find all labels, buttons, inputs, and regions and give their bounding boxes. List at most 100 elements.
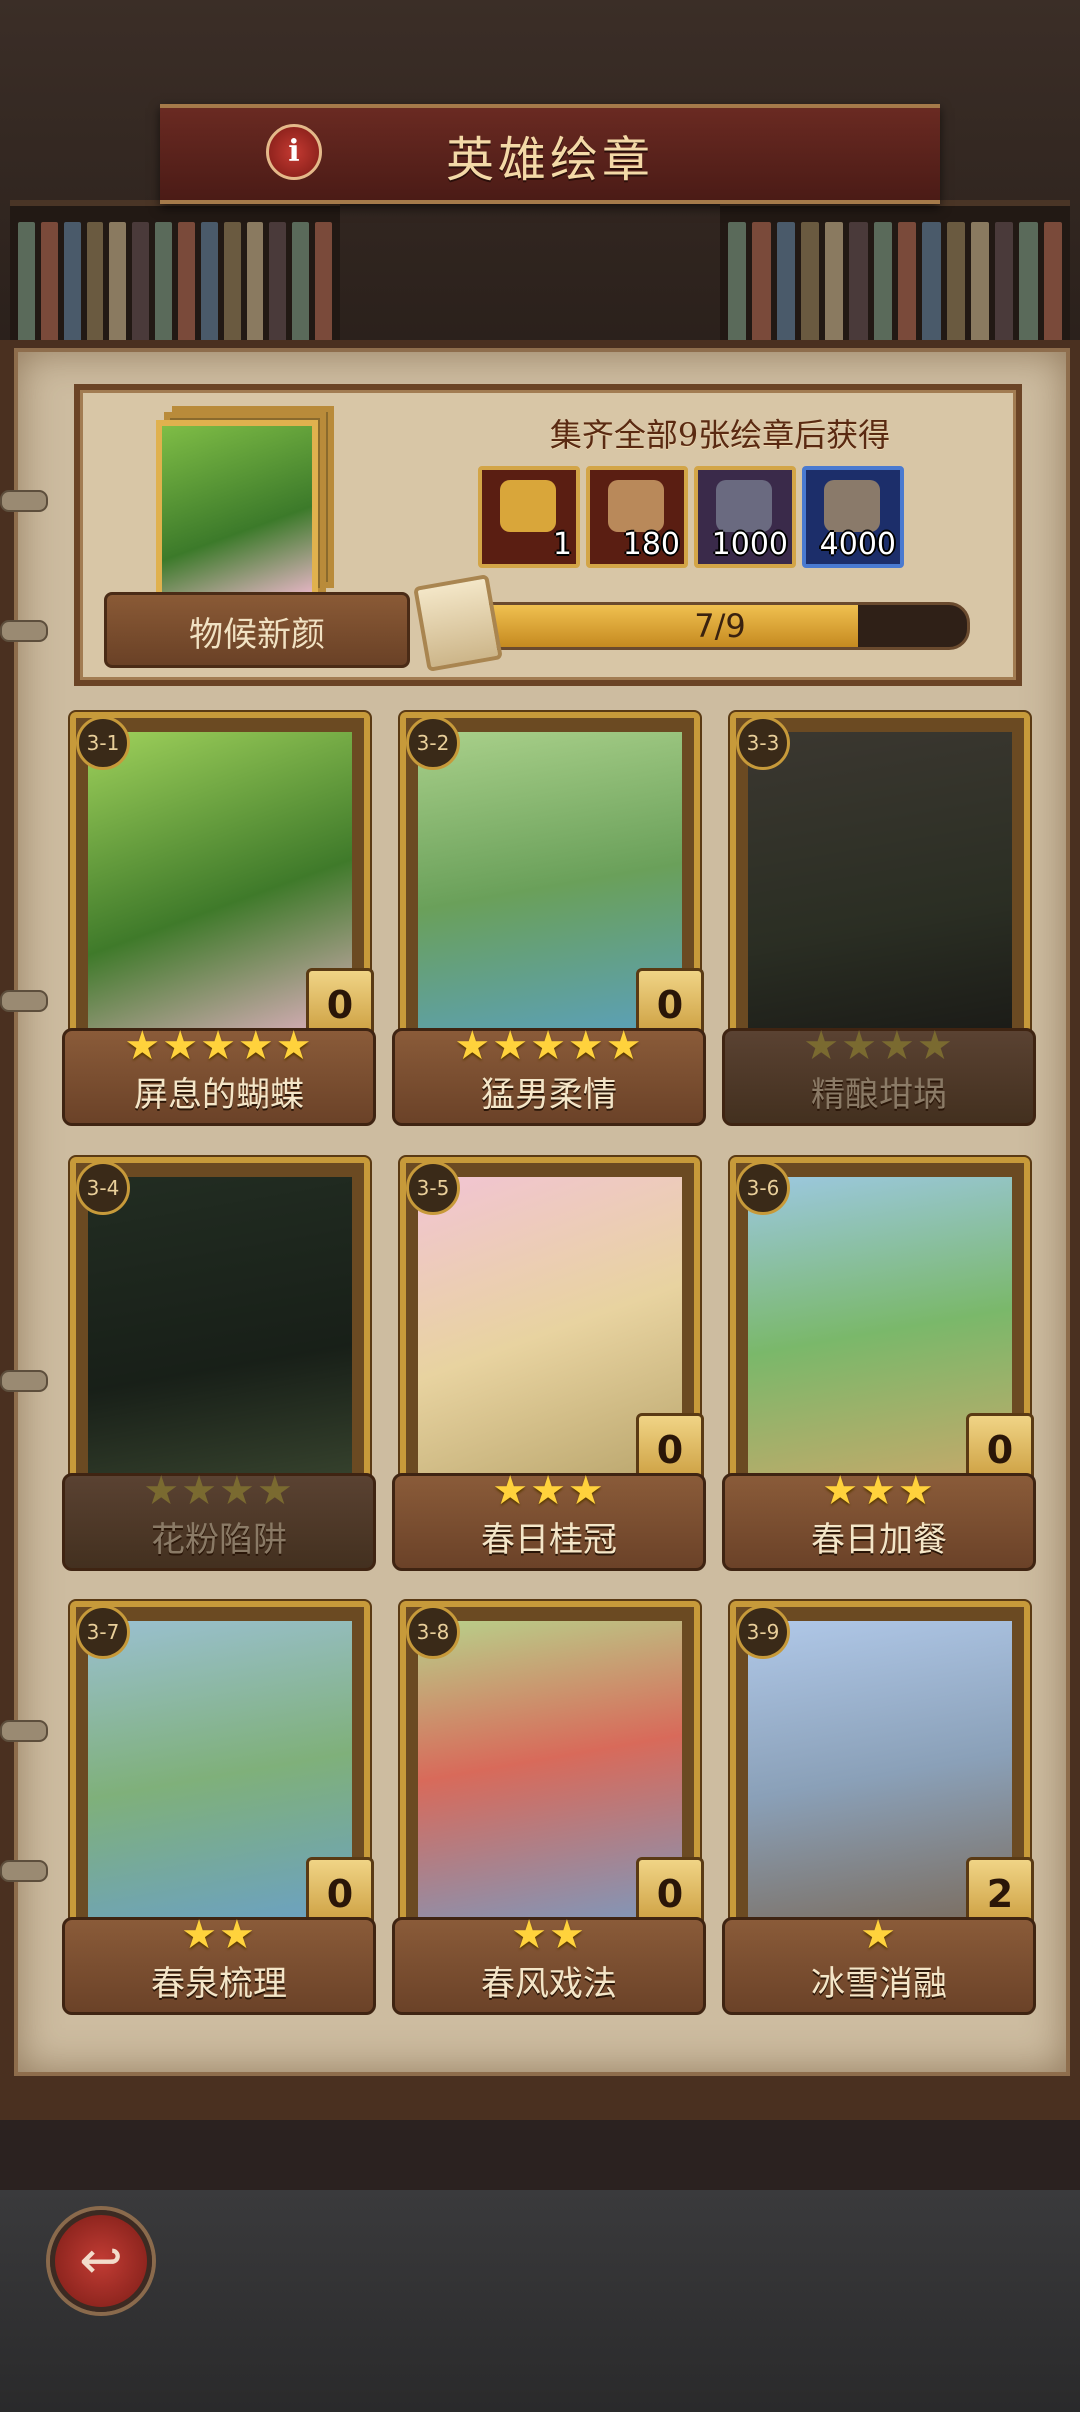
book-spine — [946, 222, 965, 348]
card-name: 春泉梳理 — [151, 1964, 287, 2004]
book-spine — [223, 222, 241, 348]
card-name-plate: ★★★★ 花粉陷阱 — [62, 1468, 376, 1571]
bottom-bar — [0, 2190, 1080, 2412]
reward-count: 4000 — [819, 527, 896, 562]
card-number: 3-1 — [76, 716, 130, 770]
card-name: 冰雪消融 — [811, 1964, 947, 2004]
book-spine — [200, 222, 218, 348]
book-spine — [1019, 222, 1038, 348]
duplicate-count: 0 — [986, 1428, 1014, 1472]
card-number: 3-5 — [406, 1161, 460, 1215]
hero-card[interactable]: 3-5 0 ★★★ 春日桂冠 — [392, 1157, 706, 1572]
book-spine — [849, 222, 868, 348]
book-spine — [18, 222, 35, 348]
hero-card[interactable]: 3-6 0 ★★★ 春日加餐 — [722, 1157, 1036, 1572]
duplicate-count: 0 — [326, 983, 354, 1027]
hero-card[interactable]: 3-8 0 ★★ 春风戏法 — [392, 1601, 706, 2016]
info-icon[interactable]: i — [266, 124, 322, 180]
collection-progress-bar: 7/9 — [470, 602, 970, 650]
card-name: 春风戏法 — [481, 1964, 617, 2004]
book-spine — [63, 222, 81, 348]
hero-card[interactable]: 3-2 0 ★★★★★ 猛男柔情 — [392, 712, 706, 1127]
book-spine — [800, 222, 820, 348]
card-art — [748, 732, 1012, 1042]
card-number: 3-7 — [76, 1605, 130, 1659]
binder-ring — [0, 1370, 48, 1392]
book-spine — [155, 222, 173, 348]
card-art — [88, 1177, 352, 1487]
scroll-icon — [608, 480, 664, 532]
back-arrow-icon[interactable]: ↩ — [50, 2210, 152, 2312]
binder-ring — [0, 990, 48, 1012]
card-name-plate: ★★ 春风戏法 — [392, 1912, 706, 2015]
book-spine — [995, 222, 1014, 348]
rock-icon — [824, 480, 880, 532]
card-name: 精酿坩埚 — [811, 1075, 947, 1115]
hero-card[interactable]: 3-4 ★★★★ 花粉陷阱 — [62, 1157, 376, 1572]
book-spine — [178, 222, 195, 348]
hero-card[interactable]: 3-7 0 ★★ 春泉梳理 — [62, 1601, 376, 2016]
bookshelf-right — [720, 200, 1070, 362]
cover-card[interactable] — [150, 402, 350, 602]
book-spine — [109, 222, 127, 348]
ore-icon — [716, 480, 772, 532]
card-name-plate: ★★★★ 精酿坩埚 — [722, 1023, 1036, 1126]
books-left — [18, 222, 333, 348]
reward-header: 集齐全部9张绘章后获得 — [549, 416, 891, 454]
reward-count: 1 — [552, 527, 572, 562]
card-name-plate: ★ 冰雪消融 — [722, 1912, 1036, 2015]
card-number: 3-9 — [736, 1605, 790, 1659]
reward-item[interactable]: 180 — [586, 466, 688, 568]
card-name-plate: ★★★★★ 猛男柔情 — [392, 1023, 706, 1126]
book-spine — [86, 222, 104, 348]
hero-card[interactable]: 3-3 ★★★★ 精酿坩埚 — [722, 712, 1036, 1127]
progress-text: 7/9 — [694, 607, 746, 645]
star-rating: ★★★★★ — [124, 1023, 314, 1069]
duplicate-count: 0 — [656, 1872, 684, 1916]
bookshelf-left — [10, 200, 340, 362]
binder-ring — [0, 620, 48, 642]
hero-card[interactable]: 3-1 0 ★★★★★ 屏息的蝴蝶 — [62, 712, 376, 1127]
cover-name: 物候新颜 — [189, 615, 325, 655]
card-name: 屏息的蝴蝶 — [134, 1075, 304, 1115]
star-rating: ★★★★ — [143, 1468, 295, 1514]
card-number: 3-4 — [76, 1161, 130, 1215]
reward-item[interactable]: 4000 — [802, 466, 904, 568]
book-spine — [728, 222, 747, 348]
book-spine — [315, 222, 333, 348]
book-spine — [40, 222, 58, 348]
duplicate-count: 0 — [656, 983, 684, 1027]
reward-item[interactable]: 1 — [478, 466, 580, 568]
reward-count: 1000 — [711, 527, 788, 562]
reward-item[interactable]: 1000 — [694, 466, 796, 568]
card-name-plate: ★★★ 春日加餐 — [722, 1468, 1036, 1571]
cover-card-art — [156, 420, 318, 602]
card-frame: 3-3 — [730, 712, 1030, 1064]
card-number: 3-8 — [406, 1605, 460, 1659]
star-rating: ★★★ — [822, 1468, 936, 1514]
card-name-plate: ★★★★★ 屏息的蝴蝶 — [62, 1023, 376, 1126]
cover-ribbon: 物候新颜 — [104, 592, 410, 668]
book-spine — [246, 222, 264, 348]
book-spine — [825, 222, 844, 348]
binder-ring — [0, 1720, 48, 1742]
book-spine — [776, 222, 795, 348]
star-rating: ★★★ — [492, 1468, 606, 1514]
card-number: 3-6 — [736, 1161, 790, 1215]
star-rating: ★★ — [511, 1912, 587, 1958]
binder-ring — [0, 490, 48, 512]
coin-bag-icon — [500, 480, 556, 532]
book-spine — [269, 222, 287, 348]
card-name: 花粉陷阱 — [151, 1520, 287, 1560]
book-spine — [922, 222, 941, 348]
duplicate-count: 0 — [326, 1872, 354, 1916]
card-name-plate: ★★ 春泉梳理 — [62, 1912, 376, 2015]
book-spine — [873, 222, 892, 348]
hero-card[interactable]: 3-9 2 ★ 冰雪消融 — [722, 1601, 1036, 2016]
star-rating: ★★★★★ — [454, 1023, 644, 1069]
duplicate-count: 0 — [656, 1428, 684, 1472]
reward-count: 180 — [622, 527, 680, 562]
book-spine — [292, 222, 310, 348]
card-name: 春日桂冠 — [481, 1520, 617, 1560]
card-name: 春日加餐 — [811, 1520, 947, 1560]
